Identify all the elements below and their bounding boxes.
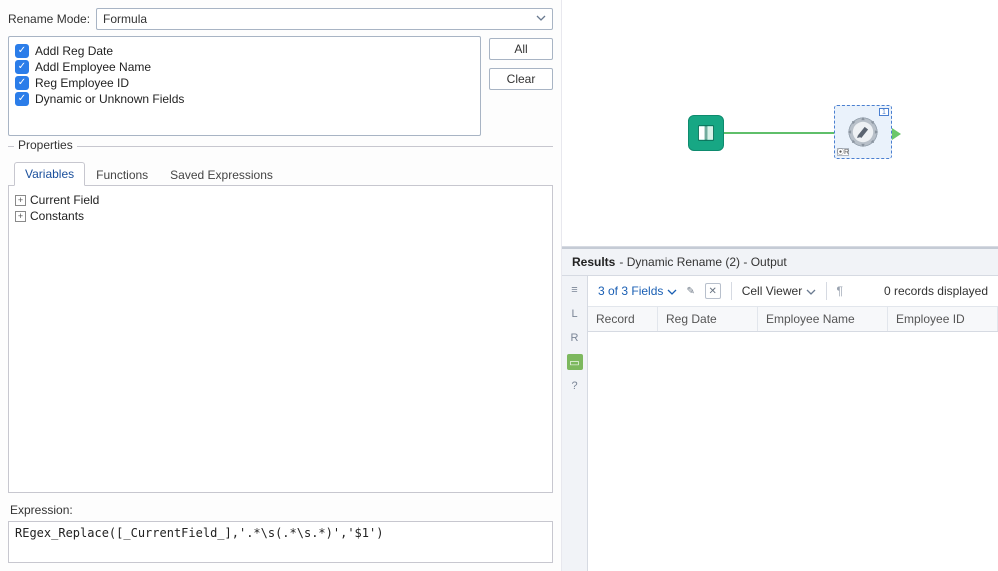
expression-label: Expression: [10, 503, 553, 517]
results-grid-area: 3 of 3 Fields ✎ ✕ Cell Viewer ¶ [588, 276, 998, 571]
results-header: Results - Dynamic Rename (2) - Output [562, 249, 998, 276]
column-header[interactable]: Employee ID [888, 307, 998, 331]
rename-mode-row: Rename Mode: Formula [8, 4, 553, 36]
select-all-button[interactable]: All [489, 38, 553, 60]
tree-node[interactable]: + Constants [15, 208, 546, 224]
tree-node-label: Current Field [30, 193, 99, 207]
cell-viewer-dropdown[interactable]: Cell Viewer [742, 284, 816, 298]
dynamic-rename-icon [846, 115, 880, 149]
config-panel: Rename Mode: Formula ✓ Addl Reg Date ✓ A… [0, 0, 562, 571]
text-input-icon [696, 123, 716, 143]
edit-icon[interactable]: ✎ [683, 283, 699, 299]
output-anchor-icon[interactable] [892, 128, 901, 140]
messages-view-icon[interactable]: ≡ [567, 282, 583, 298]
connection-line[interactable] [724, 132, 836, 134]
field-label: Dynamic or Unknown Fields [35, 92, 184, 106]
field-label: Reg Employee ID [35, 76, 129, 90]
right-panel: 1 ⦿R Results [562, 0, 998, 571]
fields-list: ✓ Addl Reg Date ✓ Addl Employee Name ✓ R… [8, 36, 481, 136]
column-header[interactable]: Reg Date [658, 307, 758, 331]
tab-saved-expressions[interactable]: Saved Expressions [159, 163, 284, 186]
app-root: Rename Mode: Formula ✓ Addl Reg Date ✓ A… [0, 0, 998, 571]
records-displayed-label: 0 records displayed [884, 284, 988, 298]
results-gutter: ≡ L R ▭ ? [562, 276, 588, 571]
pilcrow-icon[interactable]: ¶ [837, 284, 843, 298]
tab-variables[interactable]: Variables [14, 162, 85, 186]
field-item[interactable]: ✓ Dynamic or Unknown Fields [15, 91, 474, 107]
expand-icon[interactable]: + [15, 195, 26, 206]
properties-legend: Properties [14, 138, 77, 152]
data-view-icon[interactable]: ▭ [567, 354, 583, 370]
text-input-tool-node[interactable] [688, 115, 724, 151]
separator [731, 282, 732, 300]
separator [826, 282, 827, 300]
stop-icon[interactable]: ✕ [705, 283, 721, 299]
checkbox-checked-icon[interactable]: ✓ [15, 44, 29, 58]
field-buttons: All Clear [489, 36, 553, 136]
results-pane: Results - Dynamic Rename (2) - Output ≡ … [562, 247, 998, 571]
checkbox-checked-icon[interactable]: ✓ [15, 76, 29, 90]
column-header-record[interactable]: Record [588, 307, 658, 331]
field-item[interactable]: ✓ Reg Employee ID [15, 75, 474, 91]
results-toolbar: 3 of 3 Fields ✎ ✕ Cell Viewer ¶ [588, 276, 998, 307]
dynamic-rename-tool-node[interactable]: 1 ⦿R [834, 105, 892, 159]
results-grid-header: Record Reg Date Employee Name Employee I… [588, 307, 998, 332]
variables-tree: + Current Field + Constants [8, 186, 553, 493]
properties-group: Properties Variables Functions Saved Exp… [8, 146, 553, 563]
workflow-canvas[interactable]: 1 ⦿R [562, 0, 998, 247]
field-item[interactable]: ✓ Addl Employee Name [15, 59, 474, 75]
selection-badge-icon: 1 [879, 108, 889, 116]
right-input-view-icon[interactable]: R [567, 330, 583, 346]
help-view-icon[interactable]: ? [567, 378, 583, 394]
field-item[interactable]: ✓ Addl Reg Date [15, 43, 474, 59]
chevron-down-icon [536, 12, 546, 26]
results-subtitle: - Dynamic Rename (2) - Output [619, 255, 786, 269]
expand-icon[interactable]: + [15, 211, 26, 222]
tool-annotation-icon: ⦿R [837, 148, 849, 156]
clear-button[interactable]: Clear [489, 68, 553, 90]
rename-mode-select[interactable]: Formula [96, 8, 553, 30]
properties-tabs: Variables Functions Saved Expressions [8, 161, 553, 186]
tree-node-label: Constants [30, 209, 84, 223]
expression-input[interactable]: REgex_Replace([_CurrentField_],'.*\s(.*\… [8, 521, 553, 563]
column-header[interactable]: Employee Name [758, 307, 888, 331]
tree-node[interactable]: + Current Field [15, 192, 546, 208]
checkbox-checked-icon[interactable]: ✓ [15, 92, 29, 106]
results-grid-body[interactable] [588, 332, 998, 571]
left-input-view-icon[interactable]: L [567, 306, 583, 322]
tab-functions[interactable]: Functions [85, 163, 159, 186]
fields-row: ✓ Addl Reg Date ✓ Addl Employee Name ✓ R… [8, 36, 553, 136]
rename-mode-label: Rename Mode: [8, 12, 90, 26]
checkbox-checked-icon[interactable]: ✓ [15, 60, 29, 74]
results-title: Results [572, 255, 615, 269]
expression-text: REgex_Replace([_CurrentField_],'.*\s(.*\… [15, 526, 383, 540]
rename-mode-value: Formula [103, 12, 147, 26]
field-label: Addl Employee Name [35, 60, 151, 74]
results-body: ≡ L R ▭ ? 3 of 3 Fields ✎ ✕ [562, 276, 998, 571]
field-label: Addl Reg Date [35, 44, 113, 58]
field-count-dropdown[interactable]: 3 of 3 Fields [598, 284, 677, 298]
